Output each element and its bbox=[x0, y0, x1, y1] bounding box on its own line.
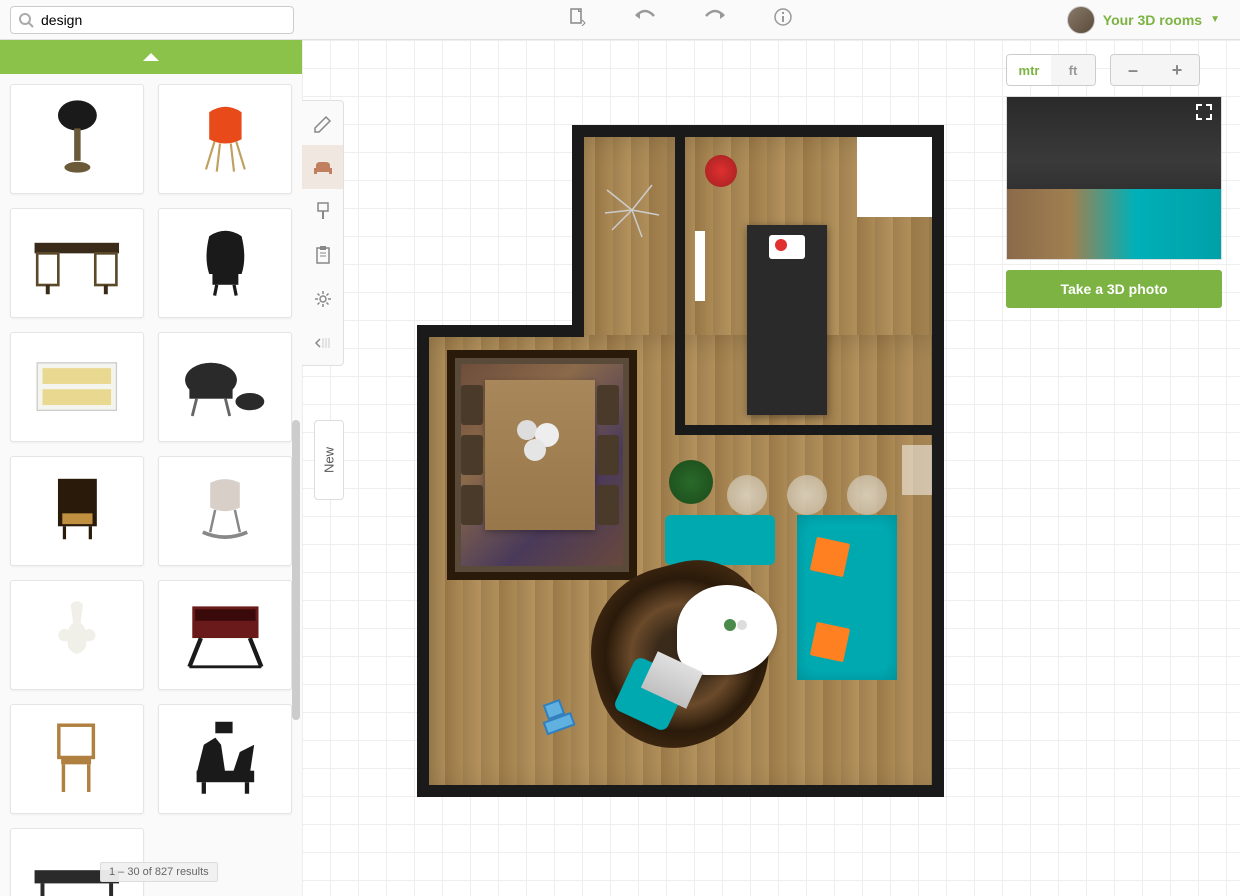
unit-zoom-row: mtr ft – + bbox=[1006, 54, 1222, 86]
new-tab-button[interactable]: New bbox=[314, 420, 344, 500]
user-label: Your 3D rooms bbox=[1103, 12, 1202, 28]
sidebar: 1 – 30 of 827 results bbox=[0, 40, 302, 896]
take-3d-photo-button[interactable]: Take a 3D photo bbox=[1006, 270, 1222, 308]
catalog: 1 – 30 of 827 results bbox=[0, 74, 302, 896]
furnish-tool[interactable] bbox=[302, 145, 343, 189]
draw-wall-tool[interactable] bbox=[302, 101, 343, 145]
catalog-item-desk[interactable] bbox=[10, 208, 144, 318]
avatar bbox=[1067, 6, 1095, 34]
scrollbar[interactable] bbox=[292, 420, 300, 720]
results-count: 1 – 30 of 827 results bbox=[100, 862, 218, 882]
catalog-item-black-armchair[interactable] bbox=[158, 208, 292, 318]
catalog-item-horse-lamp[interactable] bbox=[158, 704, 292, 814]
preview-3d[interactable] bbox=[1006, 96, 1222, 260]
unit-metric-button[interactable]: mtr bbox=[1007, 55, 1051, 85]
chevron-down-icon: ▼ bbox=[1210, 14, 1220, 25]
settings-tool[interactable] bbox=[302, 277, 343, 321]
search-icon bbox=[18, 12, 34, 33]
catalog-item-dark-cabinet[interactable] bbox=[10, 456, 144, 566]
catalog-item-lounge-chair[interactable] bbox=[158, 332, 292, 442]
document-icon[interactable] bbox=[564, 4, 590, 35]
zoom-in-button[interactable]: + bbox=[1155, 55, 1199, 85]
catalog-item-rocking-chair[interactable] bbox=[158, 456, 292, 566]
user-menu[interactable]: Your 3D rooms ▼ bbox=[1067, 6, 1220, 34]
unit-imperial-button[interactable]: ft bbox=[1051, 55, 1095, 85]
catalog-item-wooden-chair[interactable] bbox=[10, 704, 144, 814]
topbar-center bbox=[294, 4, 1067, 35]
collapse-sidebar-button[interactable] bbox=[0, 40, 302, 74]
redo-icon[interactable] bbox=[700, 4, 730, 35]
catalog-item-vase[interactable] bbox=[10, 580, 144, 690]
unit-toggle: mtr ft bbox=[1006, 54, 1096, 86]
catalog-grid bbox=[10, 84, 292, 896]
zoom-out-button[interactable]: – bbox=[1111, 55, 1155, 85]
catalog-item-side-table[interactable] bbox=[158, 580, 292, 690]
canvas[interactable]: New bbox=[302, 40, 1240, 896]
clipboard-tool[interactable] bbox=[302, 233, 343, 277]
right-panel: mtr ft – + Take a 3D photo bbox=[1006, 54, 1222, 308]
catalog-item-orange-chair[interactable] bbox=[158, 84, 292, 194]
catalog-item-white-cabinet[interactable] bbox=[10, 332, 144, 442]
toolstrip bbox=[302, 100, 344, 366]
catalog-item-lamp[interactable] bbox=[10, 84, 144, 194]
info-icon[interactable] bbox=[770, 4, 796, 35]
paint-tool[interactable] bbox=[302, 189, 343, 233]
expand-icon[interactable] bbox=[1195, 103, 1215, 123]
floorplan[interactable] bbox=[417, 125, 947, 805]
topbar: Your 3D rooms ▼ bbox=[0, 0, 1240, 40]
undo-icon[interactable] bbox=[630, 4, 660, 35]
search-input[interactable] bbox=[10, 6, 294, 34]
search-wrap bbox=[10, 6, 294, 34]
collapse-tools-button[interactable] bbox=[302, 321, 343, 365]
zoom-group: – + bbox=[1110, 54, 1200, 86]
